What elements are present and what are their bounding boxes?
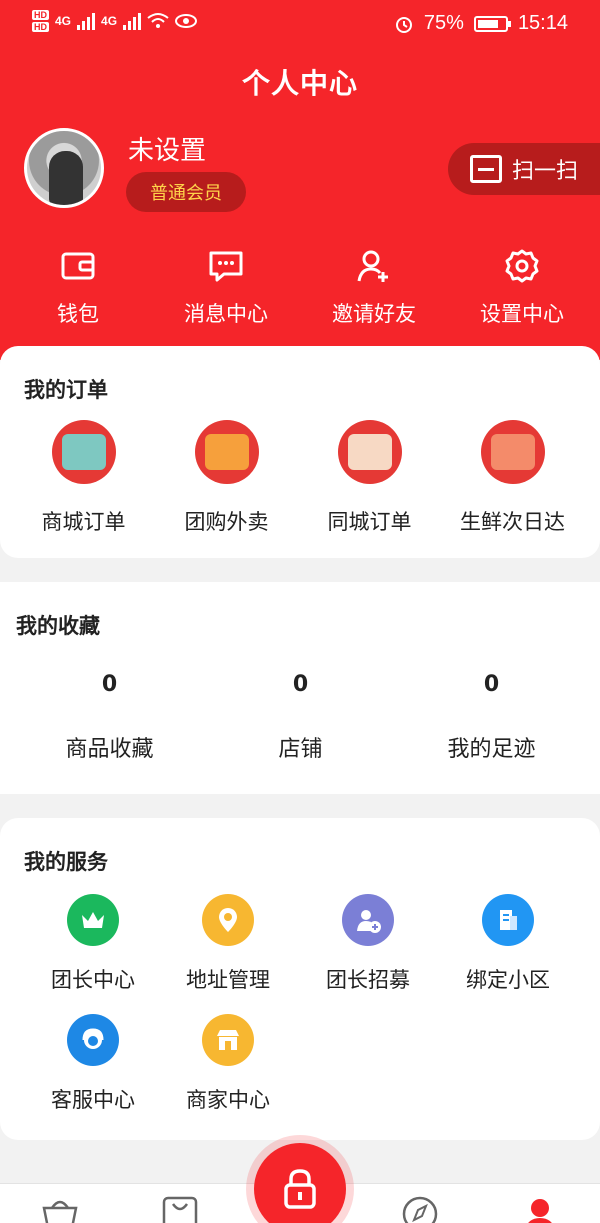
location-pin-icon (202, 894, 254, 946)
service-leader-recruit[interactable]: 团长招募 (298, 894, 438, 994)
battery-icon (473, 15, 511, 32)
favorite-shops[interactable]: 0 店铺 (205, 672, 396, 763)
customer-service-icon (67, 1014, 119, 1066)
add-user-icon (342, 894, 394, 946)
signal-icon-2 (123, 12, 142, 30)
wifi-icon (147, 13, 169, 28)
services-title: 我的服务 (24, 850, 108, 874)
shopping-bag-icon[interactable] (160, 1194, 200, 1223)
hd-indicator: HD HD (32, 10, 49, 32)
orders-card: 我的订单 商城订单 团购外卖 同城订单 生鲜次日达 (0, 346, 600, 558)
group-buy-icon (194, 420, 259, 484)
mall-order-icon (51, 420, 116, 484)
quick-action-invite[interactable]: 邀请好友 (300, 248, 448, 328)
wallet-icon (61, 252, 95, 280)
profile-header: HD HD 4G 4G 75% 15:14 个人中心 未设置 普通会员 扫一扫 钱… (0, 0, 600, 360)
crown-icon (67, 894, 119, 946)
eye-icon (175, 14, 198, 28)
message-icon (209, 251, 243, 282)
center-lock-button[interactable] (254, 1143, 346, 1223)
favorite-products[interactable]: 0 商品收藏 (14, 672, 205, 763)
lock-icon (284, 1169, 316, 1209)
network-4g-label: 4G (55, 14, 72, 28)
quick-actions: 钱包 消息中心 邀请好友 设置中心 (0, 248, 600, 328)
service-merchant-center[interactable]: 商家中心 (158, 1014, 298, 1114)
scan-button[interactable]: 扫一扫 (448, 143, 600, 195)
order-local[interactable]: 同城订单 (298, 420, 441, 536)
quick-action-settings[interactable]: 设置中心 (448, 248, 596, 328)
invite-user-icon (357, 250, 388, 282)
gear-icon (505, 249, 539, 283)
service-leader-center[interactable]: 团长中心 (28, 894, 158, 994)
clock: 15:14 (517, 12, 568, 34)
order-fresh[interactable]: 生鲜次日达 (441, 420, 584, 536)
order-mall[interactable]: 商城订单 (12, 420, 155, 536)
page-title: 个人中心 (241, 67, 358, 100)
scan-label: 扫一扫 (512, 159, 579, 184)
avatar[interactable] (24, 128, 104, 208)
signal-icon (77, 12, 96, 30)
order-group-buy[interactable]: 团购外卖 (155, 420, 298, 536)
compass-icon[interactable] (400, 1194, 440, 1223)
favorites-card: 我的收藏 0 商品收藏 0 店铺 0 我的足迹 (0, 582, 600, 794)
service-bind-community[interactable]: 绑定小区 (438, 894, 578, 994)
local-order-icon (337, 420, 402, 484)
shop-icon (202, 1014, 254, 1066)
user-profile-icon[interactable] (520, 1194, 560, 1223)
member-level-badge: 普通会员 (126, 172, 246, 212)
battery-percent: 75% (423, 12, 464, 34)
status-bar: HD HD 4G 4G 75% 15:14 (0, 0, 600, 52)
service-customer-service[interactable]: 客服中心 (28, 1014, 158, 1114)
quick-action-wallet[interactable]: 钱包 (4, 248, 152, 328)
alarm-icon (395, 16, 412, 33)
quick-action-messages[interactable]: 消息中心 (152, 248, 300, 328)
barcode-scan-icon (470, 155, 502, 183)
orders-title: 我的订单 (24, 378, 108, 402)
service-address[interactable]: 地址管理 (158, 894, 298, 994)
favorites-title: 我的收藏 (16, 614, 100, 638)
basket-icon[interactable] (40, 1194, 80, 1223)
username[interactable]: 未设置 (128, 130, 206, 167)
network-4g-label-2: 4G (101, 14, 118, 28)
browsing-history[interactable]: 0 我的足迹 (396, 672, 587, 763)
building-icon (482, 894, 534, 946)
fresh-food-icon (480, 420, 545, 484)
services-card: 我的服务 团长中心 地址管理 团长招募 绑定小区 客服中心 商家中心 (0, 818, 600, 1140)
